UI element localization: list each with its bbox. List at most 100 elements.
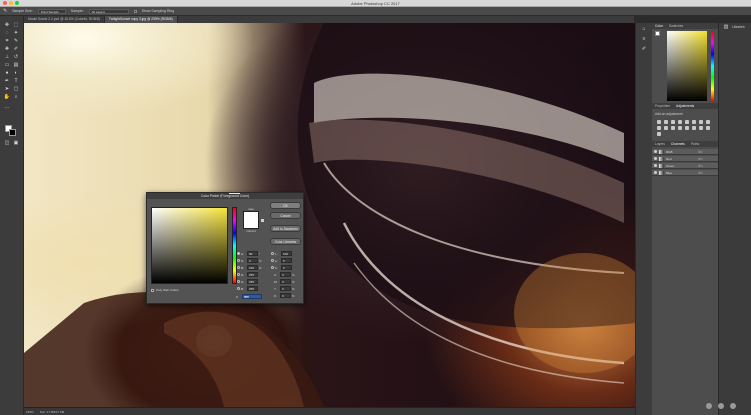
color-panel-field[interactable] [667, 31, 707, 101]
dodge-tool-icon[interactable]: ◐ [12, 69, 20, 76]
radio-l[interactable] [271, 252, 274, 255]
zoom-tool-icon[interactable]: ⌕ [12, 93, 20, 100]
gamut-cube-icon[interactable] [261, 219, 264, 222]
channel-row-green[interactable]: Green ⌘4 [652, 163, 718, 169]
document-tab-active[interactable]: TwilightSunset copy 3.jpg @ 239% (RGB/8) [104, 16, 178, 23]
channel-row-blue[interactable]: Blue ⌘5 [652, 170, 718, 176]
brush-settings-icon[interactable]: ✐ [640, 45, 648, 52]
radio-blue[interactable] [237, 287, 240, 290]
dock-icon[interactable] [706, 403, 712, 409]
crop-tool-icon[interactable]: ⌗ [3, 37, 11, 44]
sample-size-select[interactable]: Point Sample [37, 8, 66, 14]
properties-panel-icon[interactable]: ≡ [640, 35, 648, 42]
input-y[interactable]: 0 [280, 286, 291, 291]
radio-h[interactable] [237, 252, 240, 255]
history-brush-icon[interactable]: ↺ [12, 53, 20, 60]
tab-color[interactable]: Color [655, 24, 663, 28]
input-a[interactable]: 0 [281, 258, 292, 263]
brush-tool-icon[interactable]: ✐ [12, 45, 20, 52]
more-tools-icon[interactable]: … [3, 103, 11, 110]
hue-slider-handle[interactable] [229, 193, 240, 194]
shape-tool-icon[interactable]: ▢ [12, 85, 20, 92]
panel-foreground-swatch[interactable] [655, 31, 660, 36]
levels-icon[interactable] [664, 120, 668, 124]
eyedropper-icon[interactable]: ✎ [3, 8, 7, 14]
ok-button[interactable]: OK [270, 202, 301, 209]
triangle-filter-icon[interactable] [692, 120, 696, 124]
vibrance-icon[interactable] [685, 120, 689, 124]
tab-layers[interactable]: Layers [655, 142, 665, 146]
radio-r[interactable] [237, 273, 240, 276]
healing-brush-icon[interactable]: ✚ [3, 45, 11, 52]
input-blue[interactable]: 255 [247, 286, 258, 291]
color-balance-icon[interactable] [706, 120, 710, 124]
eye-icon[interactable] [654, 157, 657, 160]
radio-g[interactable] [237, 280, 240, 283]
tab-channels[interactable]: Channels [671, 142, 685, 146]
add-to-swatches-button[interactable]: Add to Swatches [270, 225, 301, 232]
selective-color-icon[interactable] [657, 132, 661, 136]
input-c[interactable]: 0 [280, 272, 291, 277]
radio-a[interactable] [271, 259, 274, 262]
quick-select-icon[interactable]: ✦ [12, 29, 20, 36]
threshold-icon[interactable] [699, 126, 703, 130]
tab-swatches[interactable]: Swatches [669, 24, 683, 28]
eye-icon[interactable] [654, 150, 657, 153]
invert-icon[interactable] [685, 126, 689, 130]
color-libraries-button[interactable]: Color Libraries [270, 238, 301, 245]
only-web-colors[interactable]: Only Web Colors [151, 288, 179, 292]
dock-icon[interactable] [718, 403, 724, 409]
document-tab[interactable]: Model Scene 2-2.psd @ 16.6% (Colorful, R… [24, 16, 105, 23]
gradient-map-icon[interactable] [706, 126, 710, 130]
libraries-label[interactable]: Libraries [732, 25, 745, 29]
lasso-tool-icon[interactable]: ◌ [3, 29, 11, 36]
clone-stamp-icon[interactable]: ⊥ [3, 53, 11, 60]
quick-mask-icon[interactable]: ◫ [3, 139, 11, 146]
input-l[interactable]: 100 [281, 251, 292, 256]
radio-b[interactable] [237, 266, 240, 269]
history-panel-icon[interactable]: ⌂ [640, 25, 648, 32]
channel-row-red[interactable]: Red ⌘3 [652, 156, 718, 162]
document-canvas[interactable] [24, 23, 635, 407]
libraries-icon[interactable]: ▥ [722, 23, 730, 30]
posterize-icon[interactable] [692, 126, 696, 130]
gradient-tool-icon[interactable]: ▤ [12, 61, 20, 68]
input-g[interactable]: 255 [247, 279, 258, 284]
eraser-tool-icon[interactable]: ▭ [3, 61, 11, 68]
type-tool-icon[interactable]: T [12, 77, 20, 84]
input-s[interactable]: 0 [247, 258, 258, 263]
black-white-icon[interactable] [657, 126, 661, 130]
hand-tool-icon[interactable]: ✋ [3, 93, 11, 100]
input-r[interactable]: 255 [247, 272, 258, 277]
color-lookup-icon[interactable] [678, 126, 682, 130]
pen-tool-icon[interactable]: ✒ [3, 77, 11, 84]
input-h[interactable]: 60 [247, 251, 258, 256]
marquee-tool-icon[interactable]: ⬚ [12, 21, 20, 28]
hex-input[interactable]: ffffff [242, 294, 262, 299]
color-selector-circle[interactable] [152, 208, 155, 211]
move-tool-icon[interactable]: ✥ [3, 21, 11, 28]
eye-icon[interactable] [654, 171, 657, 174]
sample-select[interactable]: All Layers [88, 8, 129, 14]
blur-tool-icon[interactable]: ● [3, 69, 11, 76]
screen-mode-icon[interactable]: ▣ [12, 139, 20, 146]
color-panel-hue-slider[interactable] [711, 31, 714, 101]
channel-row-rgb[interactable]: RGB ⌘2 [652, 149, 718, 155]
cancel-button[interactable]: Cancel [270, 212, 301, 219]
channel-mixer-icon[interactable] [671, 126, 675, 130]
hue-saturation-icon[interactable] [699, 120, 703, 124]
path-select-icon[interactable]: ➤ [3, 85, 11, 92]
input-b[interactable]: 100 [247, 265, 258, 270]
input-m[interactable]: 0 [280, 279, 291, 284]
background-color-swatch[interactable] [9, 129, 16, 136]
input-lab-b[interactable]: 0 [281, 265, 292, 270]
eye-icon[interactable] [654, 164, 657, 167]
exposure-icon[interactable] [678, 120, 682, 124]
only-web-colors-checkbox[interactable] [151, 288, 154, 292]
curves-icon[interactable] [671, 120, 675, 124]
photo-filter-icon[interactable] [664, 126, 668, 130]
saturation-brightness-field[interactable] [151, 207, 228, 284]
tab-paths[interactable]: Paths [691, 142, 699, 146]
eyedropper-tool-icon[interactable]: ✎ [12, 37, 20, 44]
input-k[interactable]: 0 [280, 293, 291, 298]
